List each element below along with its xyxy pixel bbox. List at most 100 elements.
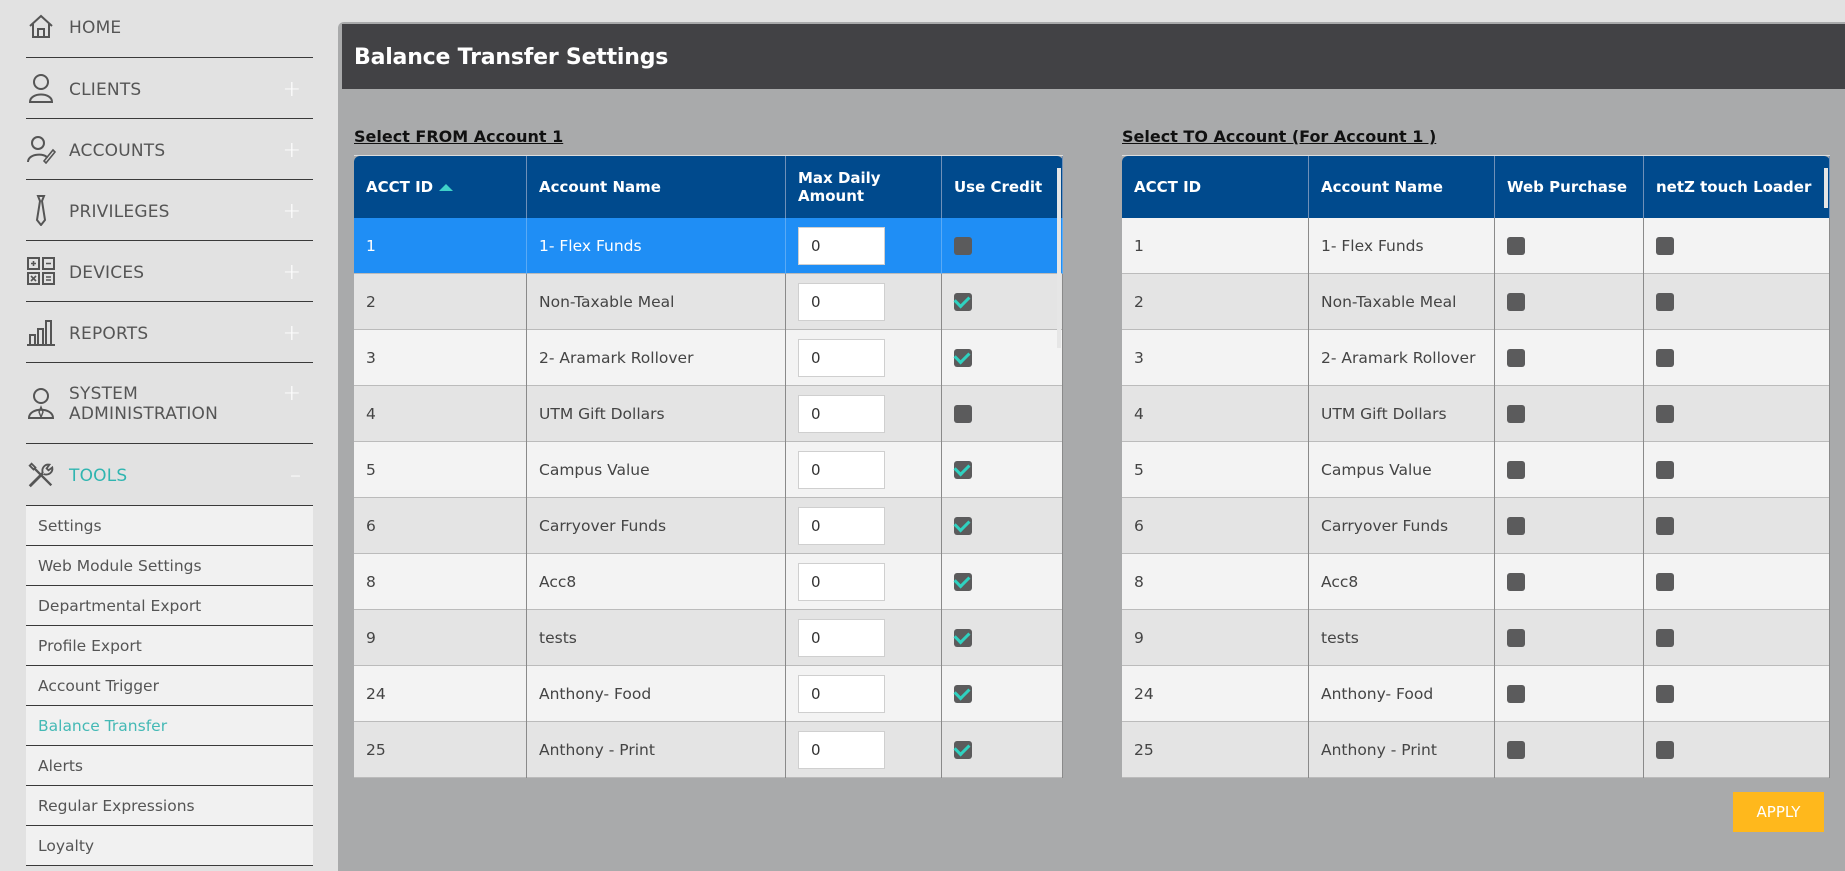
table-row[interactable]: 3 2- Aramark Rollover xyxy=(354,330,1063,386)
web-purchase-checkbox[interactable] xyxy=(1507,685,1525,703)
table-row[interactable]: 1 1- Flex Funds xyxy=(354,218,1063,274)
column-header-acct-id[interactable]: ACCT ID xyxy=(1122,156,1309,218)
apply-button[interactable]: APPLY xyxy=(1733,792,1824,832)
sidebar-subitem-settings[interactable]: Settings xyxy=(26,506,313,546)
table-row[interactable]: 4 UTM Gift Dollars xyxy=(354,386,1063,442)
table-row[interactable]: 1 1- Flex Funds xyxy=(1122,218,1830,274)
max-daily-amount-input[interactable] xyxy=(798,451,885,489)
home-icon xyxy=(26,10,56,42)
sidebar-item-tools[interactable]: TOOLS – xyxy=(26,444,313,506)
sidebar-item-system-administration[interactable]: SYSTEM ADMINISTRATION + xyxy=(26,363,313,444)
sidebar-item-privileges[interactable]: PRIVILEGES + xyxy=(26,180,313,241)
collapse-icon[interactable]: – xyxy=(290,463,301,488)
max-daily-amount-input[interactable] xyxy=(798,395,885,433)
vertical-scrollbar[interactable] xyxy=(1057,168,1061,348)
expand-icon[interactable]: + xyxy=(283,381,301,406)
column-header-acct-id[interactable]: ACCT ID xyxy=(354,156,527,218)
table-row[interactable]: 9 tests xyxy=(354,610,1063,666)
sidebar-subitem-alerts[interactable]: Alerts xyxy=(26,746,313,786)
use-credit-cell xyxy=(942,610,1063,666)
sidebar-item-devices[interactable]: DEVICES + xyxy=(26,241,313,302)
use-credit-checkbox[interactable] xyxy=(954,573,972,591)
web-purchase-checkbox[interactable] xyxy=(1507,629,1525,647)
netz-touch-loader-checkbox[interactable] xyxy=(1656,685,1674,703)
max-daily-amount-input[interactable] xyxy=(798,227,885,265)
web-purchase-checkbox[interactable] xyxy=(1507,573,1525,591)
expand-icon[interactable]: + xyxy=(283,77,301,102)
table-row[interactable]: 2 Non-Taxable Meal xyxy=(1122,274,1830,330)
use-credit-checkbox[interactable] xyxy=(954,461,972,479)
netz-touch-loader-checkbox[interactable] xyxy=(1656,573,1674,591)
max-daily-amount-input[interactable] xyxy=(798,339,885,377)
sidebar-subitem-profile-export[interactable]: Profile Export xyxy=(26,626,313,666)
table-row[interactable]: 8 Acc8 xyxy=(354,554,1063,610)
max-daily-amount-input[interactable] xyxy=(798,283,885,321)
use-credit-checkbox[interactable] xyxy=(954,629,972,647)
netz-touch-loader-checkbox[interactable] xyxy=(1656,405,1674,423)
expand-icon[interactable]: + xyxy=(283,199,301,224)
sidebar-item-reports[interactable]: REPORTS + xyxy=(26,302,313,363)
column-header-use-credit[interactable]: Use Credit xyxy=(942,156,1063,218)
expand-icon[interactable]: + xyxy=(283,260,301,285)
table-row[interactable]: 24 Anthony- Food xyxy=(1122,666,1830,722)
account-name-cell: Campus Value xyxy=(527,442,786,498)
acct-id-cell: 1 xyxy=(1122,218,1309,274)
netz-touch-loader-checkbox[interactable] xyxy=(1656,293,1674,311)
sidebar-subitem-departmental-export[interactable]: Departmental Export xyxy=(26,586,313,626)
table-row[interactable]: 25 Anthony - Print xyxy=(354,722,1063,778)
max-daily-amount-input[interactable] xyxy=(798,619,885,657)
sidebar-item-clients[interactable]: CLIENTS + xyxy=(26,58,313,119)
use-credit-checkbox[interactable] xyxy=(954,237,972,255)
table-row[interactable]: 6 Carryover Funds xyxy=(354,498,1063,554)
web-purchase-checkbox[interactable] xyxy=(1507,461,1525,479)
table-row[interactable]: 9 tests xyxy=(1122,610,1830,666)
web-purchase-checkbox[interactable] xyxy=(1507,293,1525,311)
table-row[interactable]: 6 Carryover Funds xyxy=(1122,498,1830,554)
column-header-netz-touch-loader[interactable]: netZ touch Loader xyxy=(1644,156,1830,218)
column-header-max-daily-amount[interactable]: Max Daily Amount xyxy=(786,156,942,218)
sidebar-subitem-regular-expressions[interactable]: Regular Expressions xyxy=(26,786,313,826)
netz-touch-loader-checkbox[interactable] xyxy=(1656,517,1674,535)
sidebar-subitem-loyalty[interactable]: Loyalty xyxy=(26,826,313,866)
web-purchase-checkbox[interactable] xyxy=(1507,741,1525,759)
table-row[interactable]: 24 Anthony- Food xyxy=(354,666,1063,722)
table-row[interactable]: 8 Acc8 xyxy=(1122,554,1830,610)
web-purchase-checkbox[interactable] xyxy=(1507,349,1525,367)
sidebar-subitem-balance-transfer[interactable]: Balance Transfer xyxy=(26,706,313,746)
use-credit-checkbox[interactable] xyxy=(954,405,972,423)
table-row[interactable]: 5 Campus Value xyxy=(1122,442,1830,498)
netz-touch-loader-checkbox[interactable] xyxy=(1656,349,1674,367)
table-row[interactable]: 4 UTM Gift Dollars xyxy=(1122,386,1830,442)
table-row[interactable]: 5 Campus Value xyxy=(354,442,1063,498)
column-header-account-name[interactable]: Account Name xyxy=(527,156,786,218)
use-credit-checkbox[interactable] xyxy=(954,349,972,367)
expand-icon[interactable]: + xyxy=(283,321,301,346)
sidebar-subitem-account-trigger[interactable]: Account Trigger xyxy=(26,666,313,706)
netz-touch-loader-checkbox[interactable] xyxy=(1656,741,1674,759)
column-header-web-purchase[interactable]: Web Purchase xyxy=(1495,156,1644,218)
use-credit-checkbox[interactable] xyxy=(954,685,972,703)
max-daily-amount-input[interactable] xyxy=(798,563,885,601)
web-purchase-checkbox[interactable] xyxy=(1507,517,1525,535)
sidebar-item-home[interactable]: HOME xyxy=(26,0,313,58)
web-purchase-checkbox[interactable] xyxy=(1507,237,1525,255)
netz-touch-loader-checkbox[interactable] xyxy=(1656,461,1674,479)
use-credit-checkbox[interactable] xyxy=(954,517,972,535)
sidebar-subitem-label: Alerts xyxy=(38,757,83,775)
column-header-account-name[interactable]: Account Name xyxy=(1309,156,1495,218)
vertical-scrollbar[interactable] xyxy=(1824,168,1828,208)
max-daily-amount-input[interactable] xyxy=(798,507,885,545)
use-credit-checkbox[interactable] xyxy=(954,741,972,759)
netz-touch-loader-checkbox[interactable] xyxy=(1656,237,1674,255)
web-purchase-checkbox[interactable] xyxy=(1507,405,1525,423)
sidebar-subitem-web-module-settings[interactable]: Web Module Settings xyxy=(26,546,313,586)
table-row[interactable]: 3 2- Aramark Rollover xyxy=(1122,330,1830,386)
table-row[interactable]: 2 Non-Taxable Meal xyxy=(354,274,1063,330)
expand-icon[interactable]: + xyxy=(283,138,301,163)
max-daily-amount-input[interactable] xyxy=(798,675,885,713)
netz-touch-loader-checkbox[interactable] xyxy=(1656,629,1674,647)
max-daily-amount-input[interactable] xyxy=(798,731,885,769)
sidebar-item-accounts[interactable]: ACCOUNTS + xyxy=(26,119,313,180)
table-row[interactable]: 25 Anthony - Print xyxy=(1122,722,1830,778)
use-credit-checkbox[interactable] xyxy=(954,293,972,311)
